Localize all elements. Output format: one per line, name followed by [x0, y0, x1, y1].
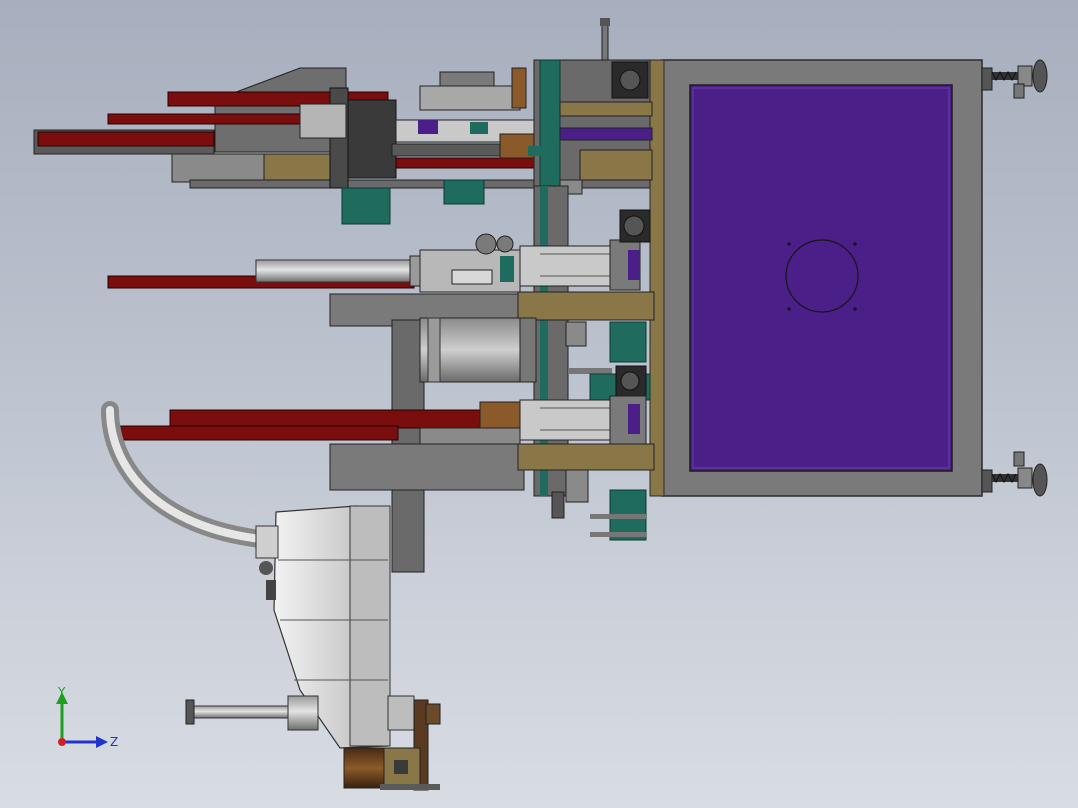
- middle-gripper-assembly: [107, 209, 655, 363]
- purple-panel: [689, 84, 953, 472]
- y-axis-label: Y: [57, 685, 66, 699]
- cabinet-frame: [649, 59, 983, 497]
- machine-assembly-model[interactable]: [0, 0, 1078, 808]
- leveling-foot-top: [981, 59, 1048, 99]
- coordinate-triad: Y Z: [56, 685, 118, 749]
- graphics-viewport[interactable]: Y Z: [0, 0, 1078, 808]
- origin-marker: [58, 738, 66, 746]
- z-axis-label: Z: [110, 735, 118, 749]
- z-axis-arrow: [96, 736, 108, 748]
- leveling-foot-bottom: [981, 451, 1048, 497]
